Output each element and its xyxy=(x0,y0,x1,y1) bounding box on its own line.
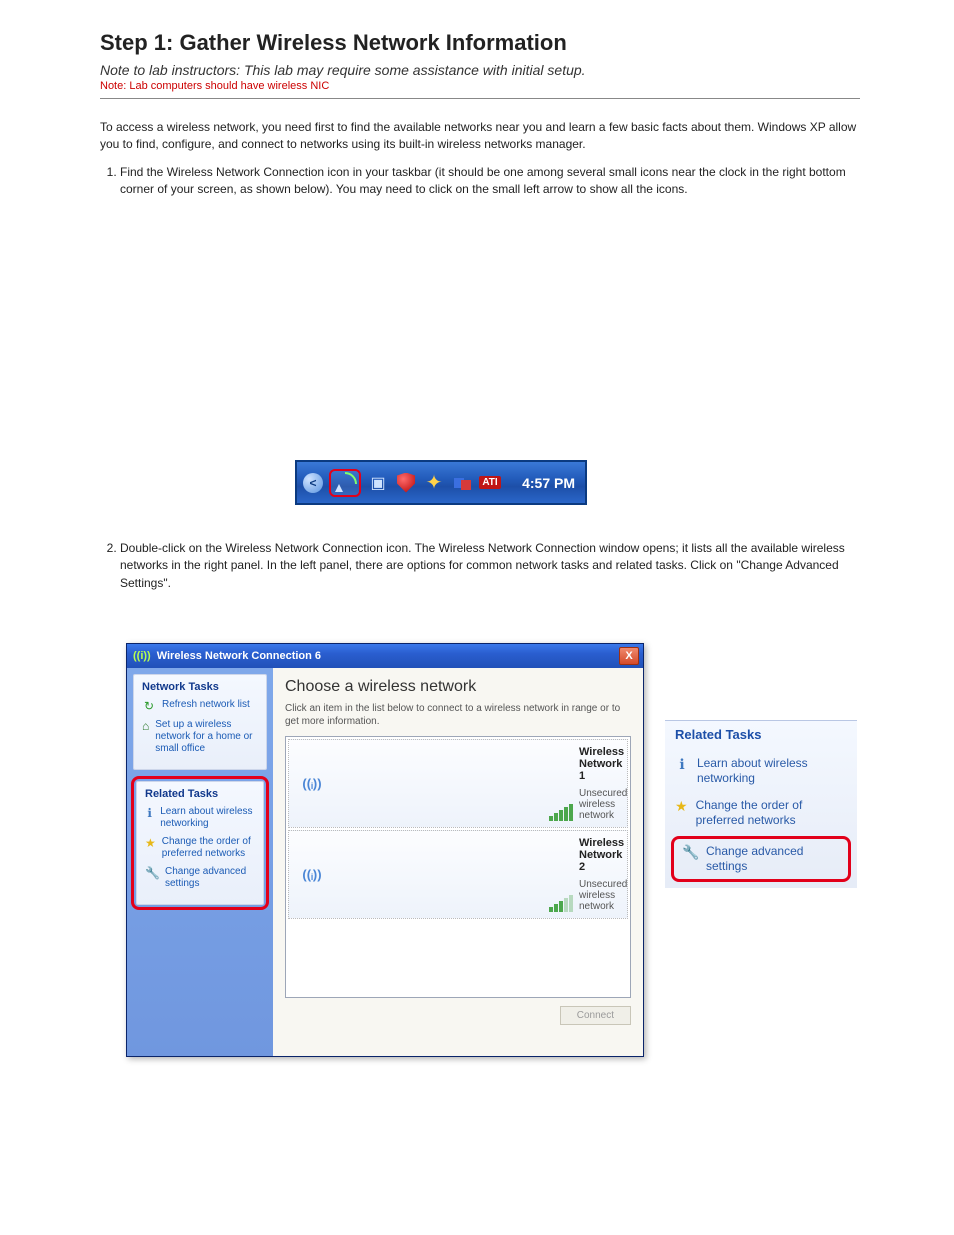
ati-tray-icon[interactable]: ATI xyxy=(479,472,501,494)
close-button[interactable]: X xyxy=(619,647,639,665)
network-name: Wireless Network 1 xyxy=(579,746,619,782)
antenna-icon: ((ᵢ)) xyxy=(297,837,327,912)
related-tasks-highlight: Related Tasks ℹ Learn about wireless net… xyxy=(131,776,269,910)
body-text: To access a wireless network, you need f… xyxy=(100,119,860,199)
titlebar[interactable]: ((i)) Wireless Network Connection 6 X xyxy=(127,644,643,668)
zoom-learn-label: Learn about wireless networking xyxy=(697,756,847,786)
page-title: Step 1: Gather Wireless Network Informat… xyxy=(100,30,860,56)
wireless-network-window: ((i)) Wireless Network Connection 6 X Ne… xyxy=(126,643,644,1057)
wrench-icon: 🔧 xyxy=(682,844,698,862)
security-shield-icon[interactable] xyxy=(395,472,417,494)
setup-label: Set up a wireless network for a home or … xyxy=(155,719,258,755)
network-tasks-panel: Network Tasks ↻ Refresh network list ⌂ S… xyxy=(133,674,267,770)
puzzle-tray-icon[interactable] xyxy=(451,472,473,494)
change-advanced-settings[interactable]: 🔧 Change advanced settings xyxy=(145,866,255,890)
learn-label: Learn about wireless networking xyxy=(160,806,255,830)
network-status: Unsecured wireless network xyxy=(579,788,619,821)
network-status: Unsecured wireless network xyxy=(579,879,619,912)
page-subtitle: Note to lab instructors: This lab may re… xyxy=(100,62,860,78)
setup-wireless-network[interactable]: ⌂ Set up a wireless network for a home o… xyxy=(142,719,258,755)
advanced-label: Change advanced settings xyxy=(165,866,255,890)
page-header: Step 1: Gather Wireless Network Informat… xyxy=(100,30,860,99)
signal-bars-icon xyxy=(333,837,573,912)
star-icon: ★ xyxy=(145,836,156,850)
info-icon: ℹ xyxy=(145,806,154,820)
zoom-change-advanced[interactable]: 🔧 Change advanced settings xyxy=(676,840,846,878)
network-item[interactable]: ((ᵢ)) Wireless Network 1 Unsecured wirel… xyxy=(288,739,628,828)
refresh-network-list[interactable]: ↻ Refresh network list xyxy=(142,699,258,713)
antenna-icon: ((ᵢ)) xyxy=(297,746,327,821)
main-heading: Choose a wireless network xyxy=(285,678,631,696)
window-antenna-icon: ((i)) xyxy=(133,650,151,662)
connect-button[interactable]: Connect xyxy=(560,1006,631,1025)
document-body-2: Double-click on the Wireless Network Con… xyxy=(100,530,860,602)
network-name: Wireless Network 2 xyxy=(579,837,619,873)
step-1: Find the Wireless Network Connection ico… xyxy=(120,164,860,199)
main-subheading: Click an item in the list below to conne… xyxy=(285,702,631,728)
learn-about-wireless[interactable]: ℹ Learn about wireless networking xyxy=(145,806,255,830)
refresh-icon: ↻ xyxy=(142,699,156,713)
network-tasks-title: Network Tasks xyxy=(142,681,258,693)
star-icon: ★ xyxy=(675,798,688,816)
zoom-title: Related Tasks xyxy=(665,721,857,750)
network-item[interactable]: ((ᵢ)) Wireless Network 2 Unsecured wirel… xyxy=(288,830,628,919)
step-2: Double-click on the Wireless Network Con… xyxy=(120,540,860,592)
refresh-label: Refresh network list xyxy=(162,699,250,711)
order-label: Change the order of preferred networks xyxy=(162,836,255,860)
aim-icon[interactable]: ✦ xyxy=(423,472,445,494)
change-order-preferred[interactable]: ★ Change the order of preferred networks xyxy=(145,836,255,860)
related-tasks-zoom: Related Tasks ℹ Learn about wireless net… xyxy=(665,720,857,888)
wireless-tray-highlight xyxy=(329,469,361,497)
network-list: ((ᵢ)) Wireless Network 1 Unsecured wirel… xyxy=(285,736,631,998)
network-places-icon[interactable]: ▣ xyxy=(367,472,389,494)
zoom-learn-wireless[interactable]: ℹ Learn about wireless networking xyxy=(665,750,857,792)
footer-row: Connect xyxy=(285,998,631,1025)
wireless-connection-icon[interactable] xyxy=(334,472,356,494)
tray-expand-chevron-icon[interactable]: < xyxy=(303,473,323,493)
sidebar: Network Tasks ↻ Refresh network list ⌂ S… xyxy=(127,668,273,1056)
related-tasks-panel: Related Tasks ℹ Learn about wireless net… xyxy=(136,781,264,905)
page-note: Note: Lab computers should have wireless… xyxy=(100,80,860,92)
setup-wireless-icon: ⌂ xyxy=(142,719,149,733)
tray-clock: 4:57 PM xyxy=(522,475,579,491)
intro-paragraph: To access a wireless network, you need f… xyxy=(100,119,860,154)
related-tasks-title: Related Tasks xyxy=(145,788,255,800)
zoom-advanced-highlight: 🔧 Change advanced settings xyxy=(671,836,851,882)
signal-bars-icon xyxy=(333,746,573,821)
window-title: Wireless Network Connection 6 xyxy=(157,650,619,662)
zoom-order-label: Change the order of preferred networks xyxy=(696,798,847,828)
zoom-advanced-label: Change advanced settings xyxy=(706,844,840,874)
system-tray-figure: < ▣ ✦ ATI 4:57 PM xyxy=(295,460,587,505)
wrench-icon: 🔧 xyxy=(145,866,159,880)
document-body: Step 1: Gather Wireless Network Informat… xyxy=(100,30,860,209)
info-icon: ℹ xyxy=(675,756,689,774)
zoom-change-order[interactable]: ★ Change the order of preferred networks xyxy=(665,792,857,834)
main-pane: Choose a wireless network Click an item … xyxy=(273,668,643,1056)
